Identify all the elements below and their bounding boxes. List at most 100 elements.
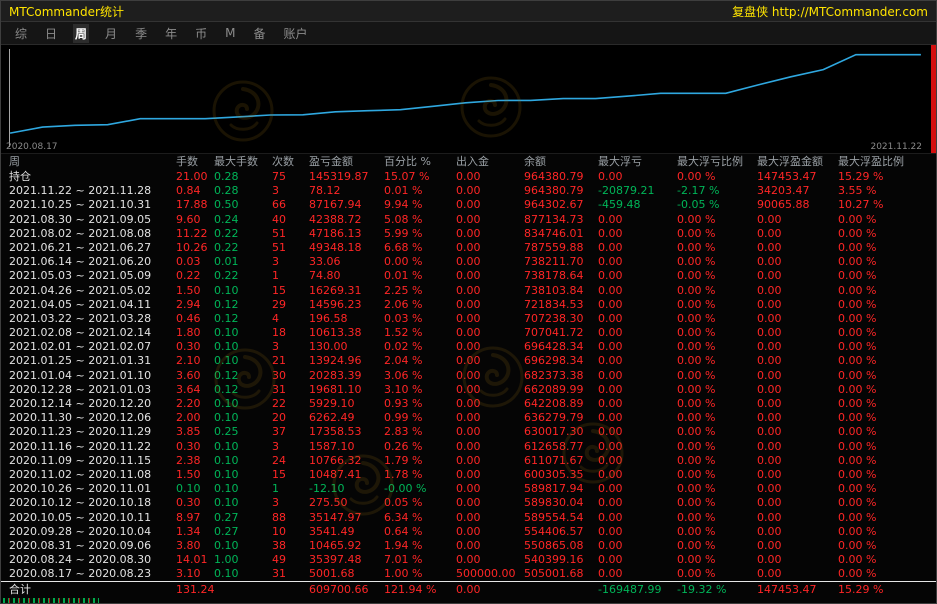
row-cell: 14.01 bbox=[176, 553, 214, 567]
row-cell: 0.00 bbox=[456, 227, 524, 241]
row-cell: 2.38 bbox=[176, 454, 214, 468]
row-cell: 3.85 bbox=[176, 425, 214, 439]
row-cell: 0.00 % bbox=[677, 567, 757, 581]
row-cell: 0.10 bbox=[214, 539, 272, 553]
table-row[interactable]: 2021.02.08 ~ 2021.02.141.800.101810613.3… bbox=[1, 326, 936, 340]
row-cell: 0.00 bbox=[456, 397, 524, 411]
app-window: MTCommander统计 复盘侠 http://MTCommander.com… bbox=[0, 0, 937, 604]
row-cell: 31 bbox=[272, 383, 309, 397]
table-row[interactable]: 2021.02.01 ~ 2021.02.070.300.103130.000.… bbox=[1, 340, 936, 354]
row-cell: 0.00 bbox=[456, 184, 524, 198]
row-cell: 0.00 bbox=[598, 383, 677, 397]
row-cell: 636279.79 bbox=[524, 411, 598, 425]
row-cell: 0.00 bbox=[757, 284, 838, 298]
row-cell: 10.26 bbox=[176, 241, 214, 255]
table-row[interactable]: 2020.11.02 ~ 2020.11.081.500.101510487.4… bbox=[1, 468, 936, 482]
row-cell: 0.00 % bbox=[677, 213, 757, 227]
column-header: 周 bbox=[9, 154, 176, 170]
table-row[interactable]: 2020.11.23 ~ 2020.11.293.850.253717358.5… bbox=[1, 425, 936, 439]
row-cell: 6.68 % bbox=[384, 241, 456, 255]
row-cell: 0.00 bbox=[757, 553, 838, 567]
row-cell: 24 bbox=[272, 454, 309, 468]
row-period: 2021.10.25 ~ 2021.10.31 bbox=[9, 198, 176, 212]
table-row[interactable]: 2020.10.05 ~ 2020.10.118.970.278835147.9… bbox=[1, 511, 936, 525]
row-cell: 0.00 % bbox=[838, 354, 936, 368]
row-cell: 611071.67 bbox=[524, 454, 598, 468]
row-cell: 0.99 % bbox=[384, 411, 456, 425]
menu-item-年[interactable]: 年 bbox=[163, 24, 179, 43]
table-row[interactable]: 2020.12.14 ~ 2020.12.202.200.10225929.10… bbox=[1, 397, 936, 411]
table-row[interactable]: 2021.01.04 ~ 2021.01.103.600.123020283.3… bbox=[1, 369, 936, 383]
table-row[interactable]: 2020.09.28 ~ 2020.10.041.340.27103541.49… bbox=[1, 525, 936, 539]
table-row[interactable]: 2021.01.25 ~ 2021.01.312.100.102113924.9… bbox=[1, 354, 936, 368]
row-cell: 17.88 bbox=[176, 198, 214, 212]
row-cell: 1.00 bbox=[214, 553, 272, 567]
row-cell: 0.00 bbox=[456, 255, 524, 269]
row-cell: 0.00 bbox=[757, 440, 838, 454]
chart-end-date: 2021.11.22 bbox=[870, 142, 922, 152]
row-cell: 0.00 bbox=[598, 369, 677, 383]
table-row[interactable]: 2021.04.05 ~ 2021.04.112.940.122914596.2… bbox=[1, 298, 936, 312]
row-cell: 0.00 bbox=[757, 255, 838, 269]
row-cell: 75 bbox=[272, 170, 309, 184]
row-period: 2020.10.12 ~ 2020.10.18 bbox=[9, 496, 176, 510]
chart-scrollbar[interactable] bbox=[931, 45, 936, 153]
row-cell: 0.00 % bbox=[838, 454, 936, 468]
menu-item-币[interactable]: 币 bbox=[193, 24, 209, 43]
menu-item-季[interactable]: 季 bbox=[133, 24, 149, 43]
row-cell: 10766.32 bbox=[309, 454, 384, 468]
row-cell: 66 bbox=[272, 198, 309, 212]
table-row[interactable]: 2020.08.17 ~ 2020.08.233.100.10315001.68… bbox=[1, 567, 936, 581]
table-row[interactable]: 2020.08.31 ~ 2020.09.063.800.103810465.9… bbox=[1, 539, 936, 553]
row-cell: 1.78 % bbox=[384, 468, 456, 482]
brand-link[interactable]: 复盘侠 http://MTCommander.com bbox=[732, 3, 928, 20]
table-row[interactable]: 2021.05.03 ~ 2021.05.090.220.22174.800.0… bbox=[1, 269, 936, 283]
row-cell: 1 bbox=[272, 269, 309, 283]
table-row[interactable]: 2021.04.26 ~ 2021.05.021.500.101516269.3… bbox=[1, 284, 936, 298]
row-cell: 0.00 bbox=[757, 354, 838, 368]
table-row[interactable]: 2021.10.25 ~ 2021.10.3117.880.506687167.… bbox=[1, 198, 936, 212]
table-row[interactable]: 2020.11.09 ~ 2020.11.152.380.102410766.3… bbox=[1, 454, 936, 468]
row-cell: 964302.67 bbox=[524, 198, 598, 212]
row-period: 2021.04.26 ~ 2021.05.02 bbox=[9, 284, 176, 298]
row-cell: 0.00 bbox=[598, 340, 677, 354]
menu-item-账户[interactable]: 账户 bbox=[281, 24, 309, 43]
menu-item-周[interactable]: 周 bbox=[73, 24, 89, 43]
row-cell: 964380.79 bbox=[524, 170, 598, 184]
menu-item-M[interactable]: M bbox=[223, 25, 237, 41]
row-period: 2020.10.26 ~ 2020.11.01 bbox=[9, 482, 176, 496]
table-row[interactable]: 2020.08.24 ~ 2020.08.3014.011.004935397.… bbox=[1, 553, 936, 567]
table-row[interactable]: 2020.11.16 ~ 2020.11.220.300.1031587.100… bbox=[1, 440, 936, 454]
row-cell: 49 bbox=[272, 553, 309, 567]
table-row[interactable]: 2021.03.22 ~ 2021.03.280.460.124196.580.… bbox=[1, 312, 936, 326]
row-cell: -0.00 % bbox=[384, 482, 456, 496]
total-cell bbox=[524, 582, 598, 597]
total-label: 合计 bbox=[9, 582, 176, 597]
table-row[interactable]: 2021.06.21 ~ 2021.06.2710.260.225149348.… bbox=[1, 241, 936, 255]
menu-item-月[interactable]: 月 bbox=[103, 24, 119, 43]
table-row[interactable]: 2021.06.14 ~ 2021.06.200.030.01333.060.0… bbox=[1, 255, 936, 269]
row-cell: 0.00 % bbox=[677, 454, 757, 468]
row-cell: 0.00 bbox=[456, 298, 524, 312]
table-row[interactable]: 2020.10.12 ~ 2020.10.180.300.103275.500.… bbox=[1, 496, 936, 510]
menu-item-综[interactable]: 综 bbox=[13, 24, 29, 43]
menu-item-备[interactable]: 备 bbox=[251, 24, 267, 43]
row-cell: 0.00 bbox=[456, 213, 524, 227]
table-row[interactable]: 2020.10.26 ~ 2020.11.010.100.101-12.10-0… bbox=[1, 482, 936, 496]
row-period: 2021.01.04 ~ 2021.01.10 bbox=[9, 369, 176, 383]
table-row[interactable]: 2020.12.28 ~ 2021.01.033.640.123119681.1… bbox=[1, 383, 936, 397]
row-cell: 0.00 % bbox=[838, 496, 936, 510]
row-cell: 612658.77 bbox=[524, 440, 598, 454]
row-cell: 0.46 bbox=[176, 312, 214, 326]
row-cell: 0.00 bbox=[598, 255, 677, 269]
row-cell: 721834.53 bbox=[524, 298, 598, 312]
table-row[interactable]: 持仓21.000.2875145319.8715.07 %0.00964380.… bbox=[1, 170, 936, 184]
table-row[interactable]: 2021.11.22 ~ 2021.11.280.840.28378.120.0… bbox=[1, 184, 936, 198]
table-row[interactable]: 2020.11.30 ~ 2020.12.062.000.10206262.49… bbox=[1, 411, 936, 425]
row-cell: 0.10 bbox=[214, 340, 272, 354]
row-cell: 0.10 bbox=[214, 454, 272, 468]
menu-item-日[interactable]: 日 bbox=[43, 24, 59, 43]
row-cell: 47186.13 bbox=[309, 227, 384, 241]
table-row[interactable]: 2021.08.02 ~ 2021.08.0811.220.225147186.… bbox=[1, 227, 936, 241]
table-row[interactable]: 2021.08.30 ~ 2021.09.059.600.244042388.7… bbox=[1, 213, 936, 227]
